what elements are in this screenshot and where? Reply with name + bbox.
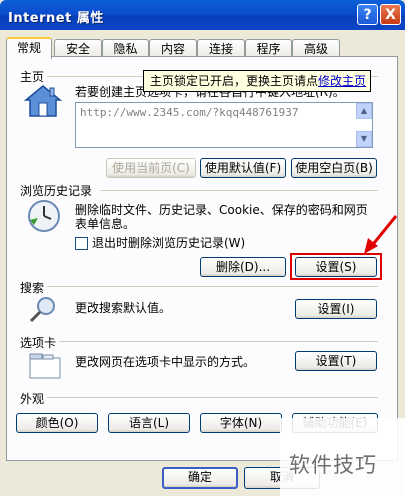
appearance-group-label: 外观 [20, 390, 48, 407]
languages-button[interactable]: 语言(L) [108, 413, 190, 433]
close-button[interactable]: X [380, 4, 401, 25]
delete-on-exit-label: 退出时删除浏览历史记录(W) [92, 236, 246, 250]
home-icon [23, 84, 63, 121]
use-default-button[interactable]: 使用默认值(F) [200, 158, 286, 178]
tabs-description: 更改网页在选项卡中显示的方式。 [75, 355, 256, 369]
tabs-group-divider [58, 341, 378, 342]
window-title: Internet 属性 [8, 11, 104, 26]
tab-connections[interactable]: 连接 [197, 39, 245, 57]
red-arrow-icon [360, 214, 400, 259]
title-bar[interactable]: Internet 属性 ? X [0, 0, 405, 30]
tooltip-text: 主页锁定已开启，更换主页请点 [150, 74, 319, 88]
appearance-group-divider [46, 397, 378, 398]
ok-button[interactable]: 确定 [162, 467, 238, 489]
fonts-button[interactable]: 字体(N) [200, 413, 282, 433]
search-description: 更改搜索默认值。 [75, 301, 172, 315]
tabs-settings-button[interactable]: 设置(T) [295, 351, 377, 371]
scroll-down-icon[interactable]: ▼ [356, 131, 372, 147]
tabs-group-label: 选项卡 [20, 334, 60, 351]
internet-options-window: Internet 属性 ? X 常规 安全 隐私 内容 连接 程序 高级 主页 … [0, 0, 405, 496]
delete-history-button[interactable]: 删除(D)... [200, 257, 286, 277]
colors-button[interactable]: 颜色(O) [16, 413, 98, 433]
watermark-text: 软件技巧 [289, 453, 377, 477]
search-group-divider [46, 286, 378, 287]
home-url-value: http://www.2345.com/?kqq448761937 [80, 106, 299, 119]
tab-advanced[interactable]: 高级 [292, 39, 340, 57]
help-button[interactable]: ? [357, 4, 378, 25]
search-group-label: 搜索 [20, 279, 48, 296]
use-blank-button[interactable]: 使用空白页(B) [291, 158, 377, 178]
tab-content[interactable]: 内容 [149, 39, 197, 57]
delete-on-exit-checkbox[interactable] [75, 237, 88, 250]
tab-programs[interactable]: 程序 [245, 39, 292, 57]
history-group-divider [100, 190, 378, 191]
tab-general[interactable]: 常规 [6, 37, 52, 59]
modify-homepage-link[interactable]: 修改主页 [318, 74, 366, 88]
history-description-line2: 表单信息。 [75, 217, 136, 231]
tab-privacy[interactable]: 隐私 [102, 39, 149, 57]
magnifier-icon [28, 296, 58, 327]
homepage-lock-tooltip: 主页锁定已开启，更换主页请点修改主页 [143, 70, 371, 92]
home-group-label: 主页 [20, 68, 48, 85]
scroll-up-icon[interactable]: ▲ [356, 103, 372, 119]
home-url-textarea[interactable]: http://www.2345.com/?kqq448761937 [75, 102, 373, 148]
tabbed-window-icon [28, 352, 62, 383]
tab-security[interactable]: 安全 [54, 39, 102, 57]
use-current-button[interactable]: 使用当前页(C) [106, 158, 196, 178]
search-settings-button[interactable]: 设置(I) [295, 299, 377, 319]
clock-icon [26, 198, 62, 237]
history-group-label: 浏览历史记录 [20, 182, 96, 199]
